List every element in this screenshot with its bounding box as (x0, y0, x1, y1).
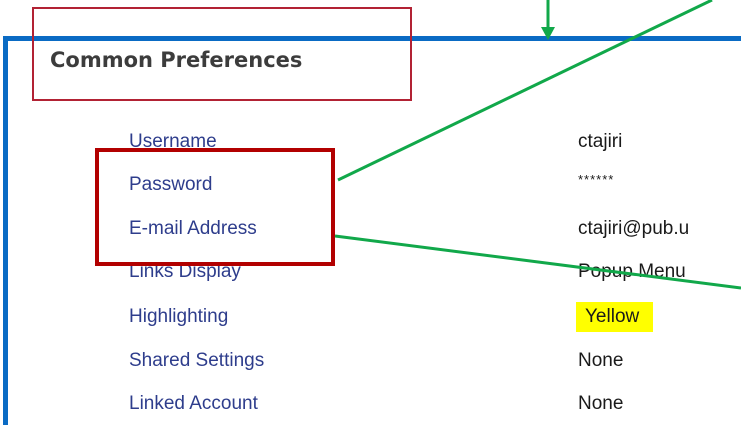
password-value: ****** (578, 172, 615, 187)
shared-settings-value: None (578, 350, 624, 371)
highlighting-value: Yellow (585, 306, 640, 327)
links-display-value: Popup Menu (578, 261, 686, 282)
panel-border-left (3, 36, 8, 425)
highlight-color-swatch: Yellow (576, 302, 653, 332)
linked-account-value: None (578, 393, 624, 414)
email-address-value: ctajiri@pub.u (578, 218, 690, 239)
fields-annotation-box (95, 148, 335, 266)
email-value-clip: ctajiri@pub.u (578, 218, 741, 246)
down-arrow-icon (541, 0, 555, 40)
title-annotation-box (32, 7, 412, 101)
linked-account-label[interactable]: Linked Account (129, 393, 258, 415)
shared-settings-label[interactable]: Shared Settings (129, 350, 264, 372)
username-value: ctajiri (578, 131, 623, 152)
highlighting-label[interactable]: Highlighting (129, 306, 228, 328)
